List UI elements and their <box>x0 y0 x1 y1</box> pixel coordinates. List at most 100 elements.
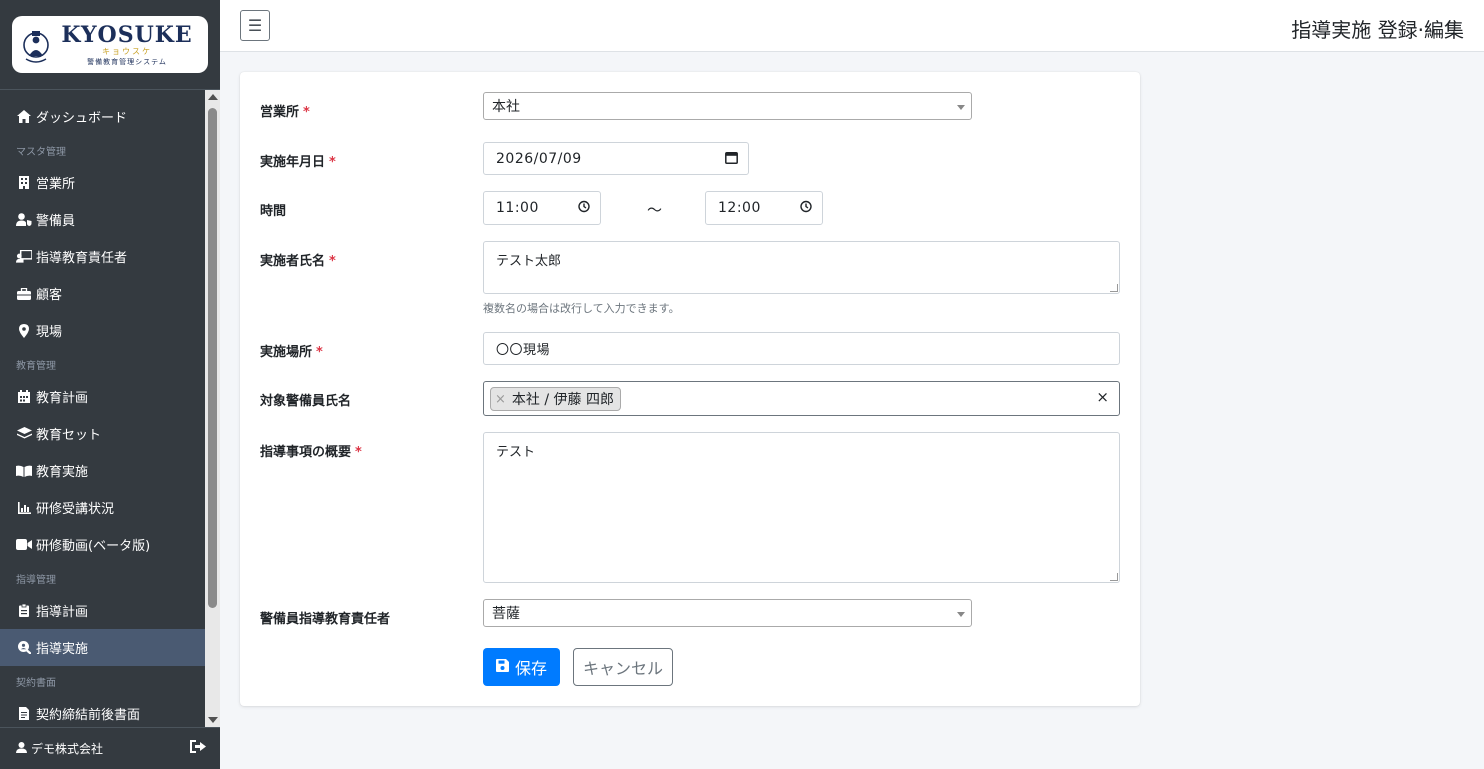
sidebar-item-guidance-plan[interactable]: 指導計画 <box>0 592 205 629</box>
hamburger-icon: ☰ <box>247 16 263 35</box>
user-icon <box>16 741 27 756</box>
sidebar-item-customers[interactable]: 顧客 <box>0 275 205 312</box>
chevron-down-icon <box>957 105 965 110</box>
sidebar-item-label: 現場 <box>36 325 63 340</box>
sidebar-item-guidance-implementation[interactable]: 指導実施 <box>0 629 205 666</box>
save-button-label: 保存 <box>514 659 547 678</box>
video-icon <box>16 538 32 552</box>
manager-label-text: 警備員指導教育責任者 <box>260 612 391 627</box>
required-mark: * <box>355 445 362 460</box>
resize-handle[interactable] <box>1110 573 1118 581</box>
search-user-icon <box>16 641 32 655</box>
book-open-icon <box>16 464 32 478</box>
scroll-down-arrow-icon[interactable] <box>208 717 218 723</box>
form-card: 営業所 * 本社 実施年月日 * 2026/07/09 時間 11:00 ～ 12:… <box>240 72 1140 706</box>
sidebar-item-label: 教育セット <box>36 428 102 443</box>
summary-label: 指導事項の概要 * <box>260 441 362 460</box>
end-time-input[interactable]: 12:00 <box>705 191 823 225</box>
clock-icon[interactable] <box>578 200 590 216</box>
implementer-textarea[interactable]: テスト太郎 <box>483 241 1120 294</box>
sidebar-item-label: 指導計画 <box>36 605 89 620</box>
sidebar-item-label: 契約締結前後書面 <box>36 708 141 723</box>
layer-group-icon <box>16 427 32 441</box>
place-input[interactable]: 〇〇現場 <box>483 332 1120 365</box>
date-input[interactable]: 2026/07/09 <box>483 142 749 175</box>
sidebar-header-contracts: 契約書面 <box>16 678 56 689</box>
sidebar-header-education: 教育管理 <box>16 361 56 372</box>
sidebar-item-education-implementation[interactable]: 教育実施 <box>0 452 205 489</box>
remove-tag-icon[interactable]: × <box>495 392 506 407</box>
required-mark: * <box>316 345 323 360</box>
end-time-value: 12:00 <box>718 200 761 216</box>
sidebar-item-label: 指導実施 <box>36 642 89 657</box>
building-icon <box>16 176 32 190</box>
guards-multiselect[interactable]: × 本社 / 伊藤 四郎 × <box>483 381 1120 416</box>
manager-label: 警備員指導教育責任者 <box>260 608 390 627</box>
sidebar-item-dashboard[interactable]: ダッシュボード <box>0 98 205 135</box>
logout-icon[interactable] <box>190 740 206 757</box>
calendar-picker-icon[interactable] <box>725 151 738 167</box>
office-label: 営業所 * <box>260 101 310 120</box>
sidebar-item-training-status[interactable]: 研修受講状況 <box>0 489 205 526</box>
summary-textarea[interactable]: テスト <box>483 432 1120 583</box>
clear-selection-icon[interactable]: × <box>1096 388 1109 406</box>
manager-select[interactable]: 菩薩 <box>483 599 972 627</box>
summary-value: テスト <box>496 445 536 460</box>
logo[interactable]: KYOSUKE キョウスケ 警備教育管理システム <box>12 16 208 73</box>
save-icon <box>495 658 509 676</box>
map-marker-icon <box>16 323 32 338</box>
cancel-button[interactable]: キャンセル <box>573 648 673 686</box>
clipboard-icon <box>16 604 32 618</box>
calendar-icon <box>16 390 32 404</box>
office-select[interactable]: 本社 <box>483 92 972 120</box>
sidebar-item-label: 指導教育責任者 <box>36 251 128 266</box>
chart-bar-icon <box>16 501 32 515</box>
required-mark: * <box>329 155 336 170</box>
guard-emblem-icon <box>23 30 49 63</box>
clock-icon[interactable] <box>800 200 812 216</box>
save-button[interactable]: 保存 <box>483 648 560 686</box>
sidebar-item-office[interactable]: 営業所 <box>0 164 205 201</box>
sidebar-nav: ダッシュボード マスタ管理 営業所 警備員 指導教育責任者 顧客 現場 教育管理… <box>0 90 205 727</box>
top-navbar: ☰ 指導実施 登録·編集 <box>220 0 1484 52</box>
time-label: 時間 <box>260 200 286 219</box>
sidebar-item-education-plan[interactable]: 教育計画 <box>0 378 205 415</box>
sidebar-item-label: 顧客 <box>36 288 63 303</box>
briefcase-icon <box>16 287 32 301</box>
manager-select-value: 菩薩 <box>492 606 520 622</box>
home-icon <box>16 110 32 124</box>
logo-text: KYOSUKE キョウスケ 警備教育管理システム <box>56 23 198 67</box>
brand-name: KYOSUKE <box>61 21 193 48</box>
sidebar-item-contract-documents[interactable]: 契約締結前後書面 <box>0 695 205 727</box>
file-contract-icon <box>16 707 32 721</box>
chalkboard-teacher-icon <box>16 250 32 264</box>
sidebar-header-guidance: 指導管理 <box>16 575 56 586</box>
menu-toggle-button[interactable]: ☰ <box>240 10 270 41</box>
sidebar-item-guards[interactable]: 警備員 <box>0 201 205 238</box>
time-label-text: 時間 <box>260 204 287 219</box>
sidebar-scrollbar[interactable] <box>205 90 220 727</box>
resize-handle[interactable] <box>1110 284 1118 292</box>
brand: KYOSUKE キョウスケ 警備教育管理システム <box>0 0 220 90</box>
office-select-value: 本社 <box>492 99 520 115</box>
sidebar-footer: デモ株式会社 <box>0 727 220 769</box>
sidebar-item-label: 教育計画 <box>36 391 89 406</box>
scroll-thumb[interactable] <box>208 108 217 608</box>
sidebar-header-master: マスタ管理 <box>16 147 66 158</box>
start-time-input[interactable]: 11:00 <box>483 191 601 225</box>
sidebar-item-sites[interactable]: 現場 <box>0 312 205 349</box>
implementer-help-text: 複数名の場合は改行して入力できます。 <box>483 302 680 315</box>
sidebar-item-instructor[interactable]: 指導教育責任者 <box>0 238 205 275</box>
place-label-text: 実施場所 <box>260 345 313 360</box>
summary-label-text: 指導事項の概要 <box>260 445 352 460</box>
current-user[interactable]: デモ株式会社 <box>16 740 190 757</box>
place-value: 〇〇現場 <box>496 343 551 358</box>
guards-label-text: 対象警備員氏名 <box>260 394 352 409</box>
page-title: 指導実施 登録·編集 <box>1291 18 1464 42</box>
cancel-button-label: キャンセル <box>582 659 663 678</box>
scroll-up-arrow-icon[interactable] <box>208 94 218 100</box>
selected-guard-label: 本社 / 伊藤 四郎 <box>511 392 614 408</box>
sidebar-item-training-video[interactable]: 研修動画(ベータ版) <box>0 526 205 563</box>
sidebar-item-education-set[interactable]: 教育セット <box>0 415 205 452</box>
